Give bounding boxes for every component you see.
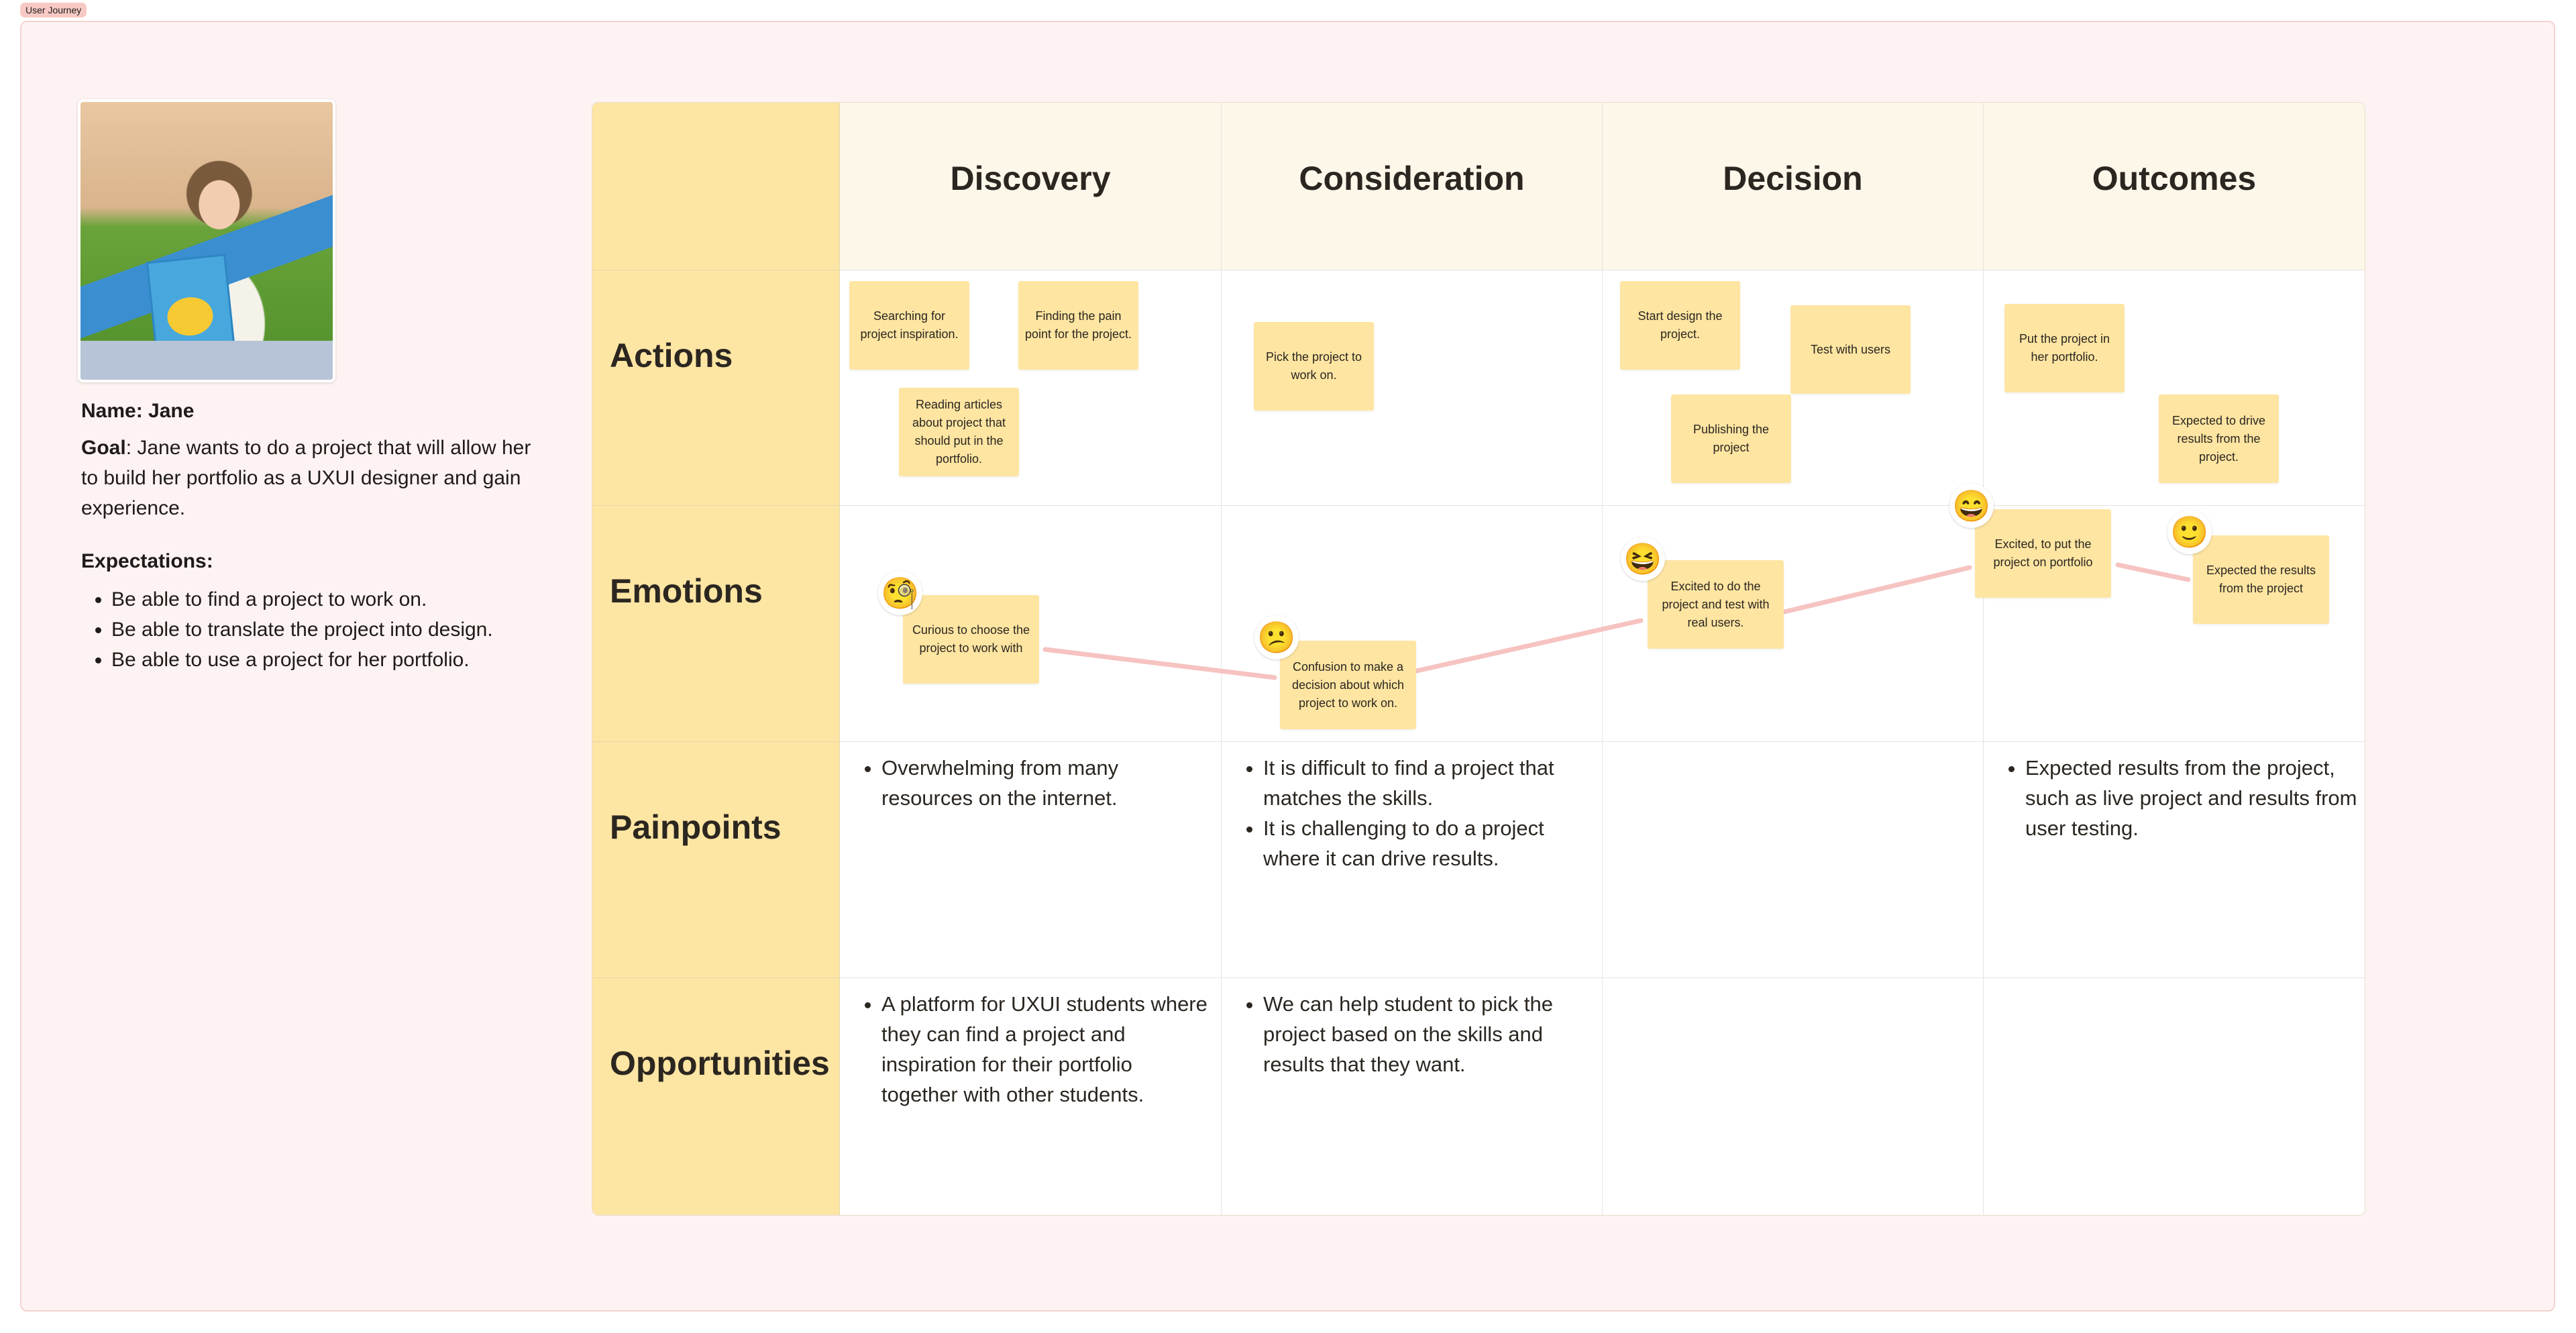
row-label-opportunities: Opportunities xyxy=(592,978,840,1215)
cell-painpoints-outcomes: Expected results from the project, such … xyxy=(1984,742,2365,978)
cell-opportunities-decision xyxy=(1603,978,1984,1215)
row-label-text: Painpoints xyxy=(610,808,782,846)
row-label-text: Actions xyxy=(610,337,733,374)
sticky-note[interactable]: Put the project in her portfolio. xyxy=(2004,304,2125,392)
stage-title: Decision xyxy=(1723,159,1863,197)
goal-text: : Jane wants to do a project that will a… xyxy=(81,437,531,519)
journey-map: Actions Emotions Painpoints Opportunitie… xyxy=(592,102,2365,1216)
sticky-note[interactable]: Searching for project inspiration. xyxy=(849,281,969,370)
sticky-note[interactable]: Pick the project to work on. xyxy=(1254,322,1374,411)
name-label: Name: xyxy=(81,400,143,422)
sticky-note[interactable]: Finding the pain point for the project. xyxy=(1018,281,1138,370)
stage-header-discovery: Discovery xyxy=(840,103,1222,270)
photo-duck-illustration xyxy=(166,295,215,337)
emotion-sticky-note[interactable]: Confusion to make a decision about which… xyxy=(1280,641,1416,729)
painpoints-list: It is difficult to find a project that m… xyxy=(1243,753,1595,873)
cell-painpoints-decision xyxy=(1603,742,1984,978)
sticky-note[interactable]: Publishing the project xyxy=(1671,394,1791,483)
row-label-painpoints: Painpoints xyxy=(592,742,840,978)
slightly-smiling-face-icon: 🙂 xyxy=(2167,510,2212,554)
emotion-sticky-note[interactable]: Excited, to put the project on portfolio xyxy=(1975,509,2111,598)
expectation-item: Be able to find a project to work on. xyxy=(111,584,537,615)
painpoints-list: Overwhelming from many resources on the … xyxy=(861,753,1214,813)
frame-label[interactable]: User Journey xyxy=(20,3,87,17)
emotion-sticky-note[interactable]: Expected the results from the project xyxy=(2193,535,2329,624)
painpoint-item: It is difficult to find a project that m… xyxy=(1263,753,1595,813)
opportunity-item: A platform for UXUI students where they … xyxy=(881,989,1214,1110)
stage-header-decision: Decision xyxy=(1603,103,1984,270)
face-with-monocle-icon: 🧐 xyxy=(878,571,922,615)
opportunities-list: We can help student to pick the project … xyxy=(1243,989,1595,1079)
expectations-list: Be able to find a project to work on. Be… xyxy=(81,584,537,675)
expectation-item: Be able to use a project for her portfol… xyxy=(111,645,537,675)
painpoint-item: Expected results from the project, such … xyxy=(2025,753,2358,843)
persona-photo xyxy=(78,99,335,382)
sticky-note[interactable]: Reading articles about project that shou… xyxy=(899,388,1019,476)
row-label-actions: Actions xyxy=(592,270,840,506)
photo-jeans xyxy=(80,341,333,380)
confused-face-icon: 😕 xyxy=(1254,615,1299,659)
corner-cell xyxy=(592,103,840,270)
cell-opportunities-outcomes xyxy=(1984,978,2365,1215)
cell-painpoints-discovery: Overwhelming from many resources on the … xyxy=(840,742,1222,978)
row-label-text: Opportunities xyxy=(610,1045,830,1082)
cell-painpoints-consideration: It is difficult to find a project that m… xyxy=(1222,742,1603,978)
grinning-face-with-smiling-eyes-icon: 😄 xyxy=(1949,484,1994,528)
sticky-note[interactable]: Expected to drive results from the proje… xyxy=(2159,394,2279,483)
opportunities-list: A platform for UXUI students where they … xyxy=(861,989,1214,1110)
expectations-heading: Expectations: xyxy=(81,550,213,572)
name-value: Jane xyxy=(148,400,195,422)
row-label-emotions: Emotions xyxy=(592,506,840,742)
expectation-item: Be able to translate the project into de… xyxy=(111,615,537,645)
emotion-sticky-note[interactable]: Curious to choose the project to work wi… xyxy=(903,595,1039,684)
grinning-squinting-face-icon: 😆 xyxy=(1621,537,1665,581)
row-label-column: Actions Emotions Painpoints Opportunitie… xyxy=(592,103,840,1215)
persona-details: Name: Jane Goal: Jane wants to do a proj… xyxy=(81,396,537,675)
stage-header-consideration: Consideration xyxy=(1222,103,1603,270)
painpoint-item: Overwhelming from many resources on the … xyxy=(881,753,1214,813)
stage-title: Outcomes xyxy=(2092,159,2257,197)
painpoint-item: It is challenging to do a project where … xyxy=(1263,813,1595,873)
row-label-text: Emotions xyxy=(610,572,763,610)
stage-header-outcomes: Outcomes xyxy=(1984,103,2365,270)
cell-opportunities-discovery: A platform for UXUI students where they … xyxy=(840,978,1222,1215)
persona-name: Name: Jane xyxy=(81,396,537,426)
stage-title: Consideration xyxy=(1299,159,1525,197)
cell-opportunities-consideration: We can help student to pick the project … xyxy=(1222,978,1603,1215)
sticky-note[interactable]: Start design the project. xyxy=(1620,281,1740,370)
painpoints-list: Expected results from the project, such … xyxy=(2005,753,2358,843)
goal-label: Goal xyxy=(81,437,126,459)
stage-title: Discovery xyxy=(950,159,1111,197)
emotion-sticky-note[interactable]: Excited to do the project and test with … xyxy=(1648,560,1784,649)
persona-goal: Goal: Jane wants to do a project that wi… xyxy=(81,433,537,523)
opportunity-item: We can help student to pick the project … xyxy=(1263,989,1595,1079)
sticky-note[interactable]: Test with users xyxy=(1790,305,1911,394)
